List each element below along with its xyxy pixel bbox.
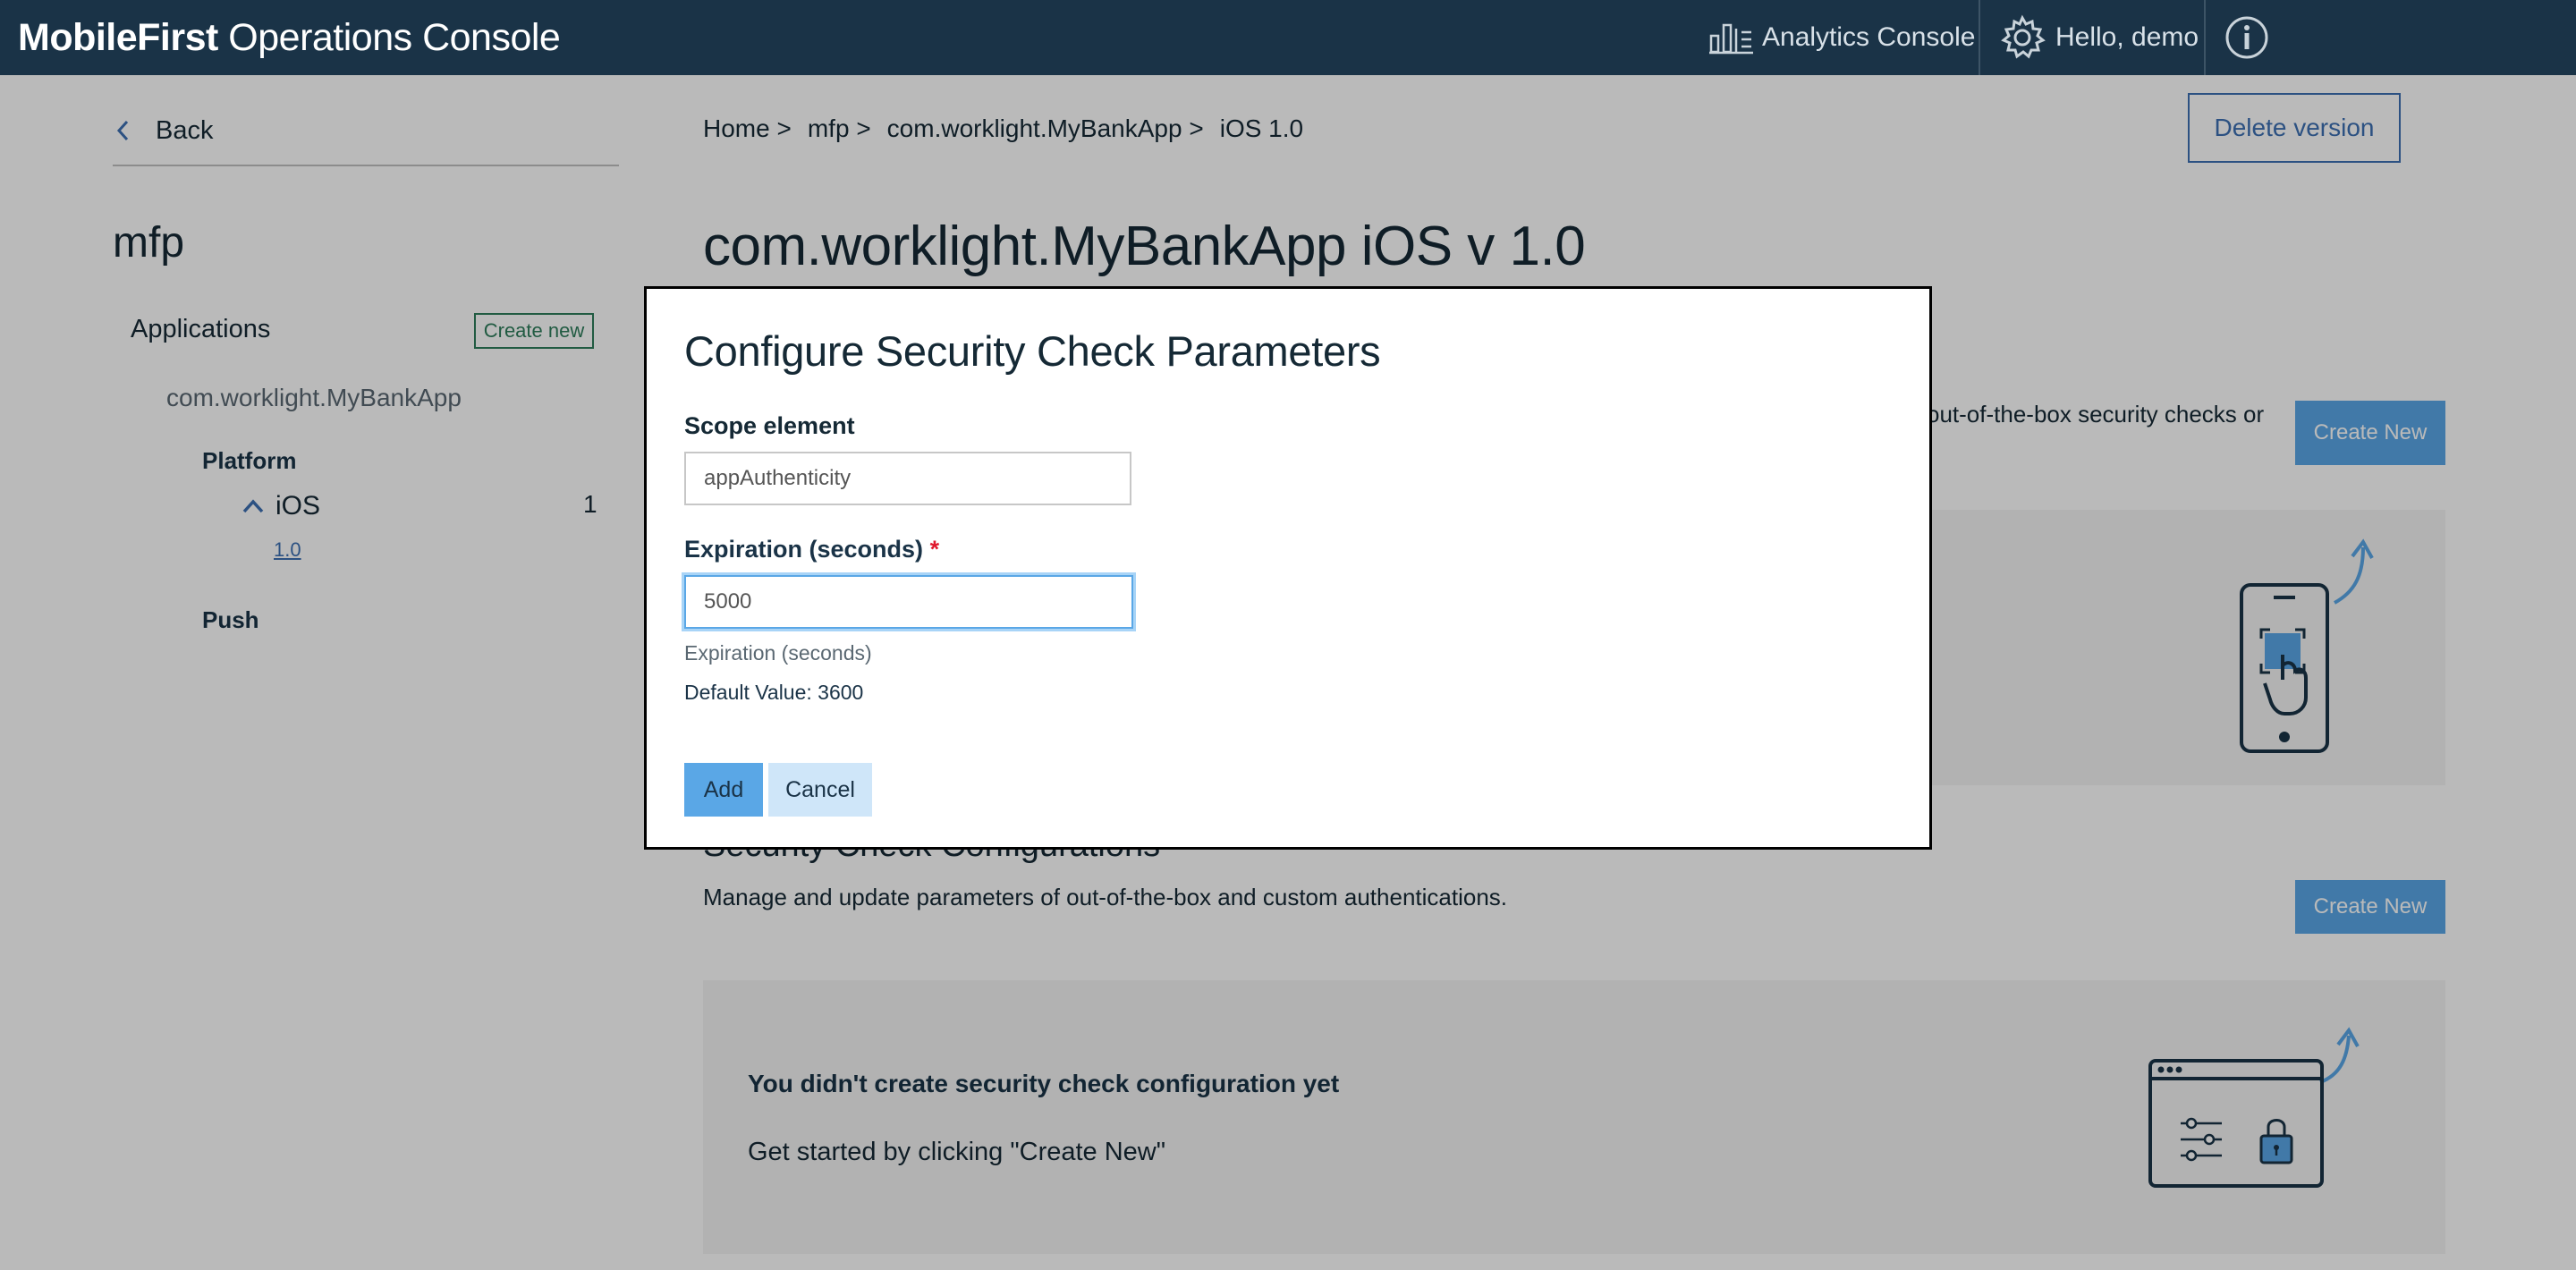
add-button[interactable]: Add — [684, 763, 763, 817]
gear-icon — [1998, 13, 2046, 62]
user-greeting: Hello, demo — [2055, 22, 2199, 52]
app-brand[interactable]: MobileFirst Operations Console — [18, 0, 561, 75]
cancel-button[interactable]: Cancel — [768, 763, 872, 817]
info-icon — [2224, 14, 2270, 61]
topbar-divider — [1979, 0, 1980, 75]
top-navigation-bar: MobileFirst Operations Console Analytics… — [0, 0, 2576, 75]
topbar-divider — [2204, 0, 2206, 75]
dialog-title: Configure Security Check Parameters — [684, 327, 1381, 375]
default-value-text: Default Value: 3600 — [684, 681, 864, 704]
expiration-label: Expiration (seconds) * — [684, 536, 940, 563]
user-menu[interactable]: Hello, demo — [1998, 0, 2199, 75]
brand-rest: Operations Console — [217, 16, 561, 59]
brand-bold: MobileFirst — [18, 16, 218, 59]
info-button[interactable] — [2224, 0, 2270, 75]
scope-element-label: Scope element — [684, 412, 855, 439]
analytics-icon — [1708, 20, 1755, 55]
required-marker: * — [929, 536, 940, 563]
scope-element-field[interactable] — [684, 452, 1131, 505]
configure-security-check-dialog: Configure Security Check Parameters Scop… — [644, 286, 1932, 850]
analytics-console-link[interactable]: Analytics Console — [1708, 0, 1975, 75]
expiration-seconds-input[interactable] — [684, 575, 1133, 629]
analytics-console-label: Analytics Console — [1762, 22, 1976, 52]
expiration-helper-text: Expiration (seconds) — [684, 641, 872, 665]
